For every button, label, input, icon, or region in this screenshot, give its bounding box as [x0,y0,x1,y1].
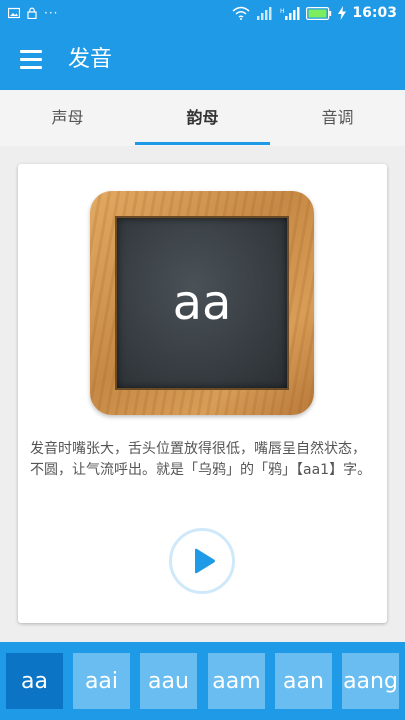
more-notifications-icon: ··· [44,6,59,20]
tab-tones[interactable]: 音调 [270,90,405,146]
syllable-chip-aang[interactable]: aang [342,653,399,709]
chalkboard-frame: aa [90,191,314,415]
status-bar: ··· H 16:03 [0,0,405,30]
play-button[interactable] [169,528,235,594]
wifi-icon [232,6,250,20]
signal-icon-2: H [280,7,300,20]
play-icon [195,548,215,574]
tab-initials[interactable]: 声母 [0,90,135,146]
chalkboard: aa [115,216,289,390]
clock: 16:03 [352,5,397,21]
syllable-bar: aa aai aau aam aan aang [0,642,405,720]
syllable-chip-aa[interactable]: aa [6,653,63,709]
charging-icon [338,6,347,20]
menu-icon[interactable] [20,50,44,70]
syllable-chip-aai[interactable]: aai [73,653,130,709]
syllable-chip-aan[interactable]: aan [275,653,332,709]
pronunciation-card: aa 发音时嘴张大，舌头位置放得很低，嘴唇呈自然状态，不圆，让气流呼出。就是「乌… [18,164,387,623]
tab-bar: 声母 韵母 音调 [0,90,405,146]
syllable-chip-aau[interactable]: aau [140,653,197,709]
page-title: 发音 [68,47,113,72]
pronunciation-description: 发音时嘴张大，舌头位置放得很低，嘴唇呈自然状态，不圆，让气流呼出。就是「乌鸦」的… [30,441,372,478]
chalkboard-text: aa [172,275,232,331]
svg-text:H: H [280,8,285,15]
app-bar: 发音 [0,30,405,90]
image-icon [8,7,20,19]
battery-icon [306,6,332,20]
signal-icon [257,7,272,20]
syllable-chip-aam[interactable]: aam [208,653,265,709]
lock-icon [27,7,37,19]
tab-finals[interactable]: 韵母 [135,90,270,146]
